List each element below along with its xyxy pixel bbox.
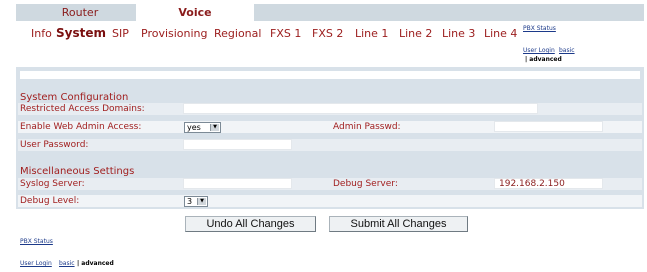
debug-level-value: 3	[187, 197, 193, 206]
chevron-down-icon: ▼	[197, 198, 206, 205]
subtab-fxs1[interactable]: FXS 1	[270, 27, 301, 40]
debug-server-input[interactable]: 192.168.2.150	[494, 178, 603, 189]
misc-settings-title: Miscellaneous Settings	[20, 166, 135, 177]
syslog-input[interactable]	[183, 178, 292, 189]
web-admin-label: Enable Web Admin Access:	[20, 122, 142, 132]
bottom-pbx-status-link[interactable]: PBX Status	[20, 238, 53, 245]
debug-server-label: Debug Server:	[333, 179, 398, 189]
bottom-advanced-label: | advanced	[77, 260, 114, 267]
user-login-link[interactable]: User Login	[523, 47, 555, 54]
debug-level-label: Debug Level:	[20, 196, 80, 206]
subtab-info[interactable]: Info	[31, 27, 52, 40]
subtab-fxs2[interactable]: FXS 2	[312, 27, 343, 40]
tab-voice[interactable]: Voice	[136, 4, 254, 21]
debug-level-select[interactable]: 3 ▼	[184, 196, 208, 207]
restricted-access-label: Restricted Access Domains:	[20, 104, 145, 114]
admin-passwd-label: Admin Passwd:	[333, 122, 401, 132]
tab-router[interactable]: Router	[40, 4, 120, 21]
subtab-line4[interactable]: Line 4	[484, 27, 517, 40]
bottom-basic-link[interactable]: basic	[59, 260, 75, 267]
admin-passwd-input[interactable]	[494, 121, 603, 132]
web-admin-select[interactable]: yes ▼	[184, 122, 221, 133]
pbx-status-link[interactable]: PBX Status	[523, 25, 556, 32]
web-admin-value: yes	[187, 123, 201, 132]
subtab-regional[interactable]: Regional	[214, 27, 261, 40]
basic-link[interactable]: basic	[559, 47, 575, 54]
syslog-label: Syslog Server:	[20, 179, 85, 189]
user-password-label: User Password:	[20, 140, 89, 150]
panel-divider	[20, 71, 640, 79]
chevron-down-icon: ▼	[210, 124, 219, 131]
row-debug-level	[18, 195, 642, 207]
subtab-system[interactable]: System	[56, 26, 106, 40]
system-config-title: System Configuration	[20, 92, 129, 103]
user-password-input[interactable]	[183, 139, 292, 150]
row-user-password	[18, 139, 642, 151]
restricted-access-input[interactable]	[183, 103, 538, 114]
subtab-line1[interactable]: Line 1	[355, 27, 388, 40]
undo-all-changes-button[interactable]: Undo All Changes	[185, 216, 316, 232]
advanced-label: | advanced	[525, 56, 562, 63]
bottom-user-login-link[interactable]: User Login	[20, 260, 52, 267]
subtab-line3[interactable]: Line 3	[442, 27, 475, 40]
submit-all-changes-button[interactable]: Submit All Changes	[329, 216, 468, 232]
subtab-sip[interactable]: SIP	[112, 27, 129, 40]
subtab-line2[interactable]: Line 2	[399, 27, 432, 40]
subtab-provisioning[interactable]: Provisioning	[141, 27, 208, 40]
